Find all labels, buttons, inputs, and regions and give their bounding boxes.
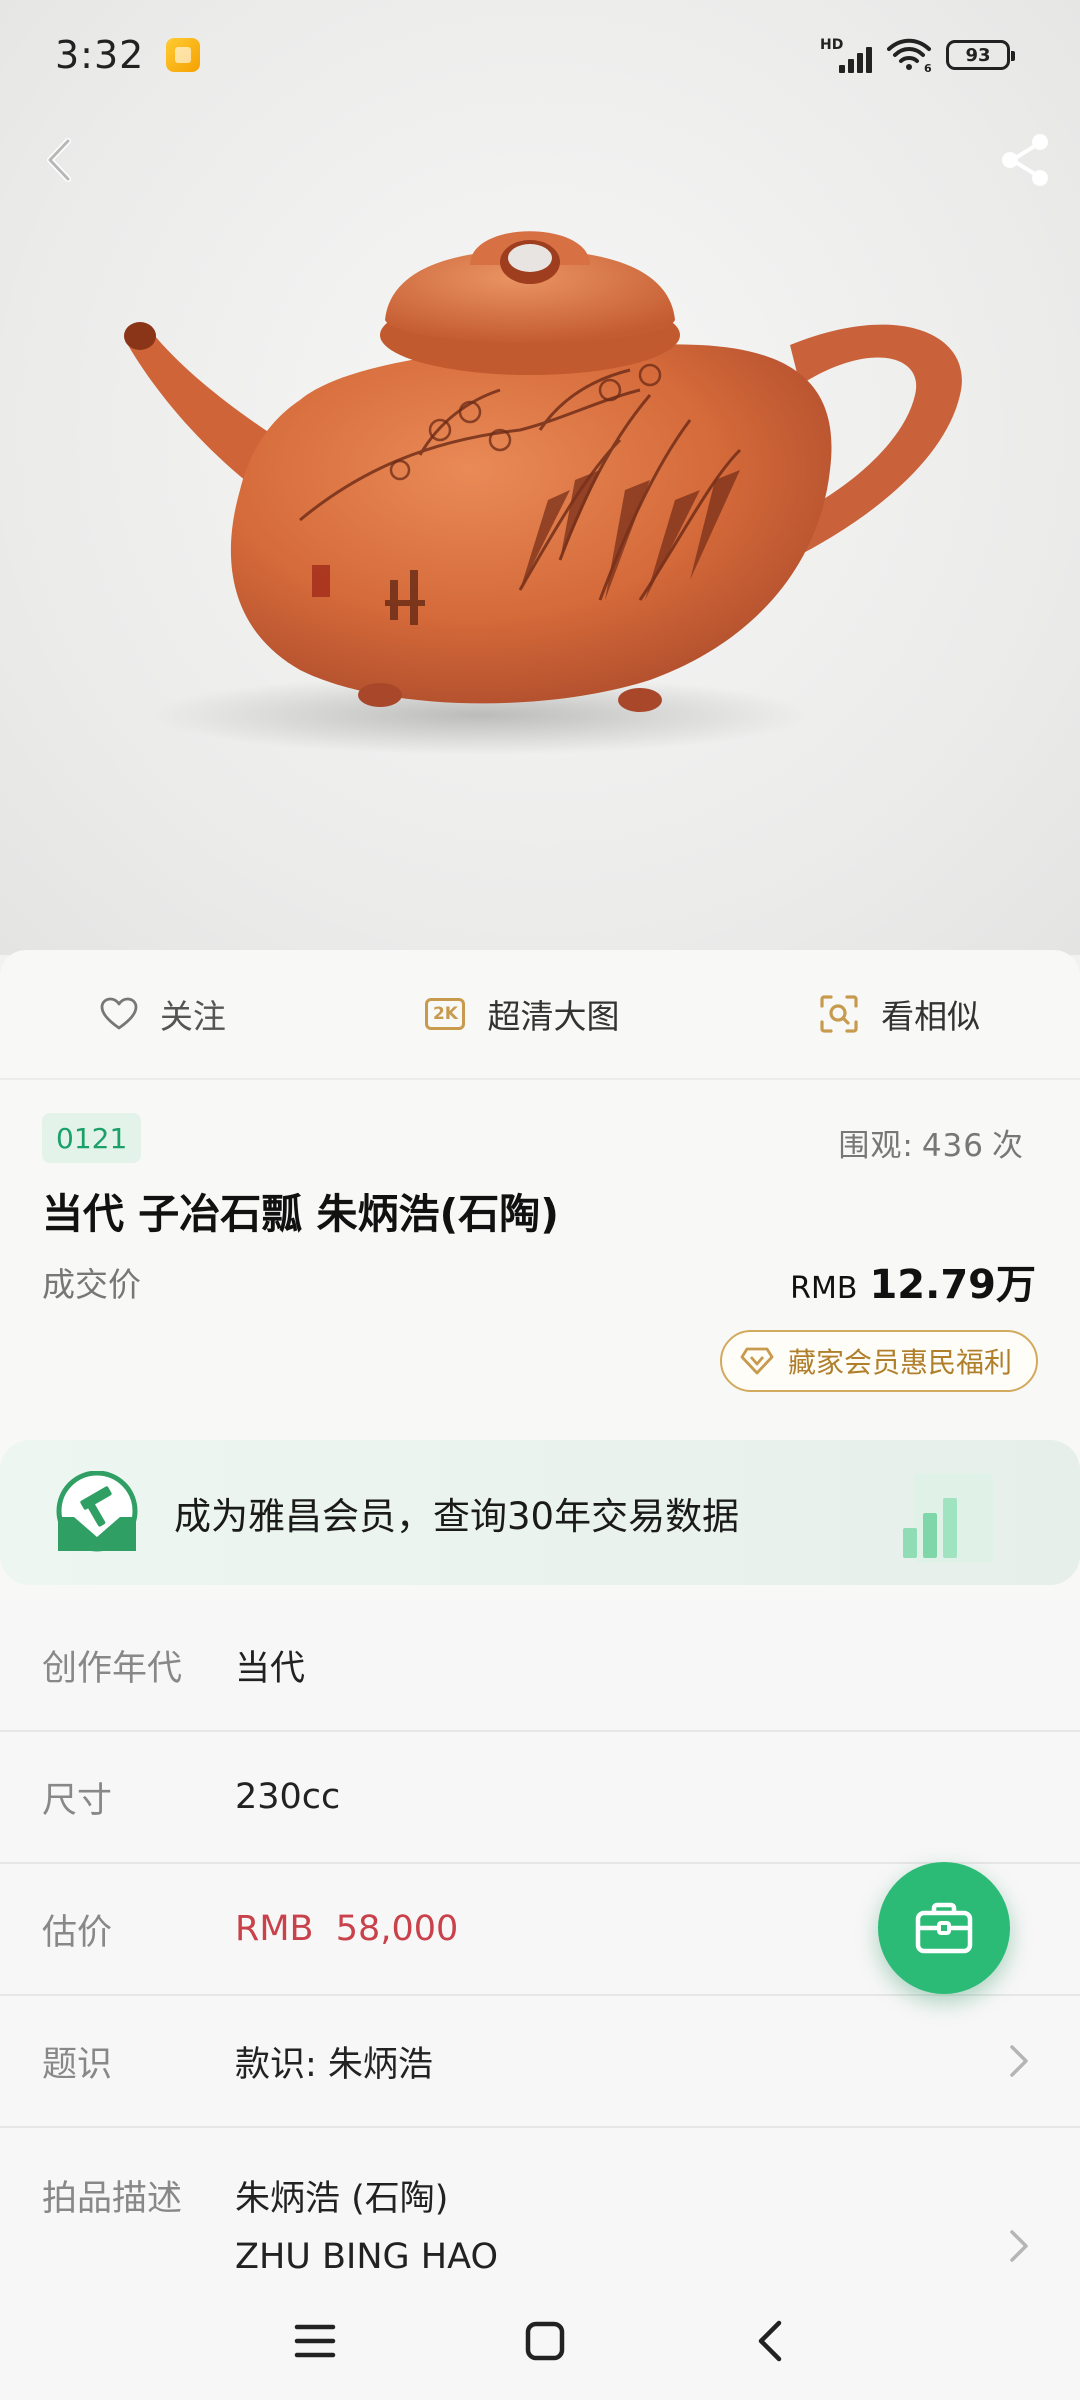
lot-info: 0121 围观: 436 次 当代 子冶石瓢 朱炳浩(石陶) 成交价 RMB 12.… — [0, 1080, 1080, 1392]
collector-member-benefit-button[interactable]: 藏家会员惠民福利 — [719, 1330, 1038, 1392]
data-chart-icon — [903, 1473, 993, 1563]
cellular-signal-icon: HD — [820, 37, 872, 73]
battery-icon: 93 — [946, 40, 1015, 70]
menu-icon — [294, 2324, 336, 2357]
menu-nav-button[interactable] — [293, 2321, 337, 2365]
wifi-icon: 6 — [887, 38, 932, 73]
hammer-price-label: 成交价 — [42, 1265, 141, 1304]
svg-text:6: 6 — [924, 62, 932, 73]
lot-summary-card: 关注 2K 超清大图 看相似 0121 围观: 436 次 当代 子冶石瓢 朱炳… — [0, 950, 1080, 1600]
membership-promo-banner[interactable]: 成为雅昌会员，查询30年交易数据 — [0, 1440, 1080, 1585]
share-icon — [1002, 134, 1048, 186]
hd-image-button[interactable]: 2K 超清大图 — [425, 990, 619, 1038]
detail-row-inscription[interactable]: 题识 款识: 朱炳浩 — [0, 1996, 1080, 2128]
notification-icon — [166, 38, 201, 72]
chevron-right-icon — [1010, 2045, 1028, 2077]
lot-number-badge: 0121 — [42, 1113, 142, 1163]
status-time: 3:32 — [55, 33, 145, 77]
heart-icon — [100, 997, 138, 1030]
share-button[interactable] — [990, 125, 1060, 195]
hammer-price: RMB 12.79万 — [790, 1262, 1036, 1308]
briefcase-icon — [915, 1902, 973, 1954]
chevron-left-icon — [47, 138, 71, 182]
follow-button[interactable]: 关注 — [100, 990, 226, 1038]
detail-row-description[interactable]: 拍品描述 朱炳浩 (石陶) ZHU BING HAO — [0, 2128, 1080, 2288]
view-count: 围观: 436 次 — [838, 1128, 1024, 1164]
promo-text: 成为雅昌会员，查询30年交易数据 — [174, 1494, 740, 1538]
hero-image[interactable] — [0, 0, 1080, 955]
scan-search-icon — [820, 995, 858, 1033]
status-bar: 3:32 HD 6 93 — [0, 0, 1080, 110]
detail-row-size: 尺寸 230cc — [0, 1732, 1080, 1864]
detail-row-creation-era: 创作年代 当代 — [0, 1600, 1080, 1732]
back-button[interactable] — [25, 125, 95, 195]
lot-details-list: 创作年代 当代 尺寸 230cc 估价 RMB 58,000 题识 款识: 朱炳… — [0, 1600, 1080, 2400]
hd-image-label: 超清大图 — [487, 997, 620, 1036]
find-similar-button[interactable]: 看相似 — [819, 990, 980, 1038]
lot-title: 当代 子冶石瓢 朱炳浩(石陶) — [42, 1190, 560, 1238]
home-nav-button[interactable] — [523, 2319, 567, 2367]
follow-label: 关注 — [159, 997, 226, 1036]
action-row: 关注 2K 超清大图 看相似 — [0, 950, 1080, 1080]
diamond-icon — [740, 1347, 774, 1375]
bid-briefcase-button[interactable] — [878, 1862, 1010, 1994]
system-navigation-bar — [0, 2285, 1080, 2400]
chevron-right-icon — [1010, 2230, 1028, 2262]
find-similar-label: 看相似 — [881, 997, 981, 1036]
teapot-illustration — [124, 231, 962, 755]
back-nav-button[interactable] — [753, 2318, 787, 2368]
hd-2k-icon: 2K — [425, 998, 466, 1030]
artron-logo-icon — [56, 1470, 138, 1551]
home-square-icon — [525, 2321, 565, 2360]
back-triangle-icon — [758, 2320, 782, 2361]
